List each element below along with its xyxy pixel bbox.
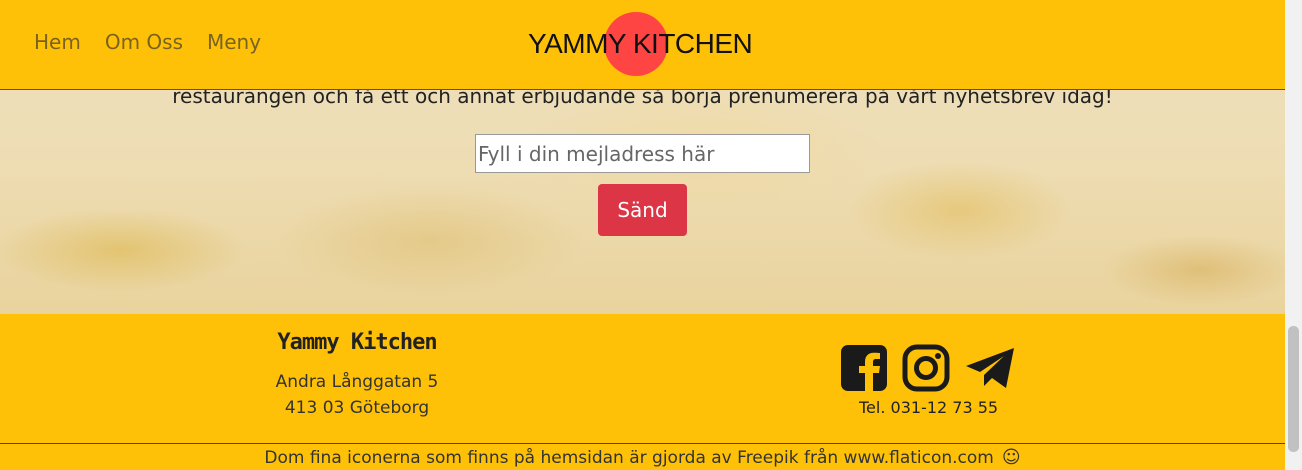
- footer-address-street: Andra Långgatan 5: [275, 372, 439, 392]
- facebook-icon[interactable]: [840, 344, 888, 392]
- nav-link-meny[interactable]: Meny: [195, 30, 273, 54]
- scrollbar-thumb[interactable]: [1288, 326, 1299, 452]
- email-field[interactable]: [475, 134, 810, 173]
- footer-phone: Tel. 031-12 73 55: [859, 398, 999, 417]
- instagram-icon[interactable]: [902, 344, 950, 392]
- smile-icon: ☺: [1001, 447, 1021, 468]
- icon-credit: Dom fina iconerna som finns på hemsidan …: [0, 447, 1285, 468]
- credit-bar: Dom fina iconerna som finns på hemsidan …: [0, 443, 1285, 470]
- credit-text: Dom fina iconerna som finns på hemsidan …: [264, 448, 994, 468]
- telegram-icon[interactable]: [964, 346, 1016, 390]
- nav-link-om-oss[interactable]: Om Oss: [93, 30, 195, 54]
- nav-link-hem[interactable]: Hem: [22, 30, 93, 54]
- brand-name: YAMMY KITCHEN: [528, 28, 753, 59]
- scrollbar[interactable]: [1285, 0, 1302, 470]
- send-button[interactable]: Sänd: [598, 184, 687, 236]
- brand-logo[interactable]: YAMMY KITCHEN: [528, 12, 768, 76]
- footer-address-city: 413 03 Göteborg: [284, 398, 430, 418]
- nav-links: Hem Om Oss Meny: [22, 30, 273, 54]
- footer-restaurant-name: Yammy Kitchen: [277, 330, 437, 355]
- footer: Yammy Kitchen Andra Långgatan 5 413 03 G…: [0, 314, 1285, 470]
- social-links: [840, 344, 1016, 392]
- page: restaurangen och få ett och annat erbjud…: [0, 0, 1285, 470]
- navbar: Hem Om Oss Meny YAMMY KITCHEN: [0, 0, 1285, 90]
